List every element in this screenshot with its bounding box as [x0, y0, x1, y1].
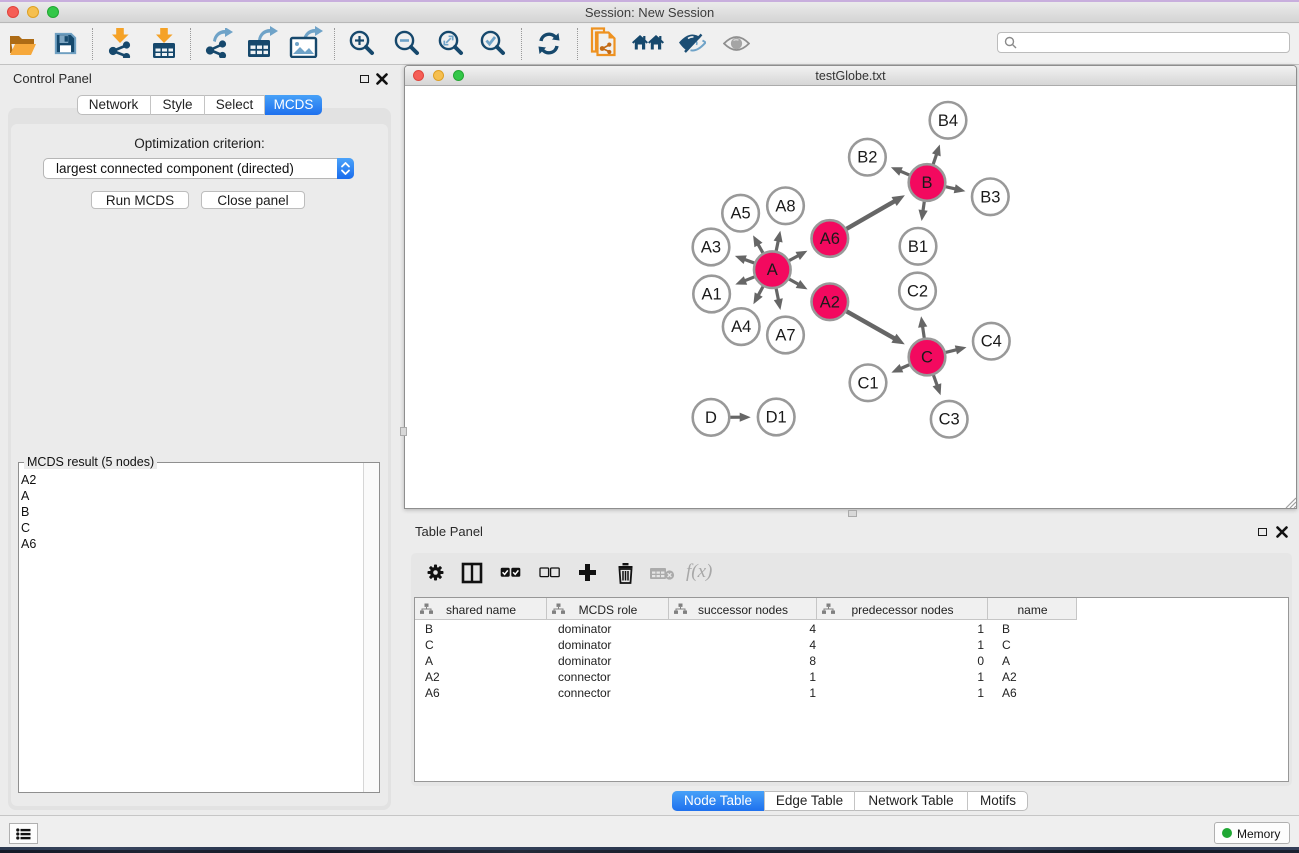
svg-text:A7: A7 — [775, 327, 795, 345]
svg-text:A2: A2 — [820, 293, 840, 311]
svg-text:A8: A8 — [775, 197, 795, 215]
svg-text:B1: B1 — [908, 238, 928, 256]
svg-text:A4: A4 — [731, 318, 751, 336]
svg-text:B4: B4 — [938, 112, 958, 130]
svg-text:A: A — [767, 261, 778, 279]
svg-text:C: C — [921, 349, 933, 367]
svg-text:C2: C2 — [907, 283, 928, 301]
svg-text:D: D — [705, 409, 717, 427]
svg-text:C3: C3 — [939, 411, 960, 429]
svg-text:A1: A1 — [702, 286, 722, 304]
svg-text:B2: B2 — [857, 149, 877, 167]
svg-text:C4: C4 — [981, 333, 1002, 351]
svg-text:A6: A6 — [820, 230, 840, 248]
svg-text:B3: B3 — [980, 188, 1000, 206]
svg-text:A3: A3 — [701, 239, 721, 257]
svg-text:A5: A5 — [731, 205, 751, 223]
svg-text:C1: C1 — [857, 374, 878, 392]
svg-text:D1: D1 — [766, 409, 787, 427]
svg-text:B: B — [921, 174, 932, 192]
